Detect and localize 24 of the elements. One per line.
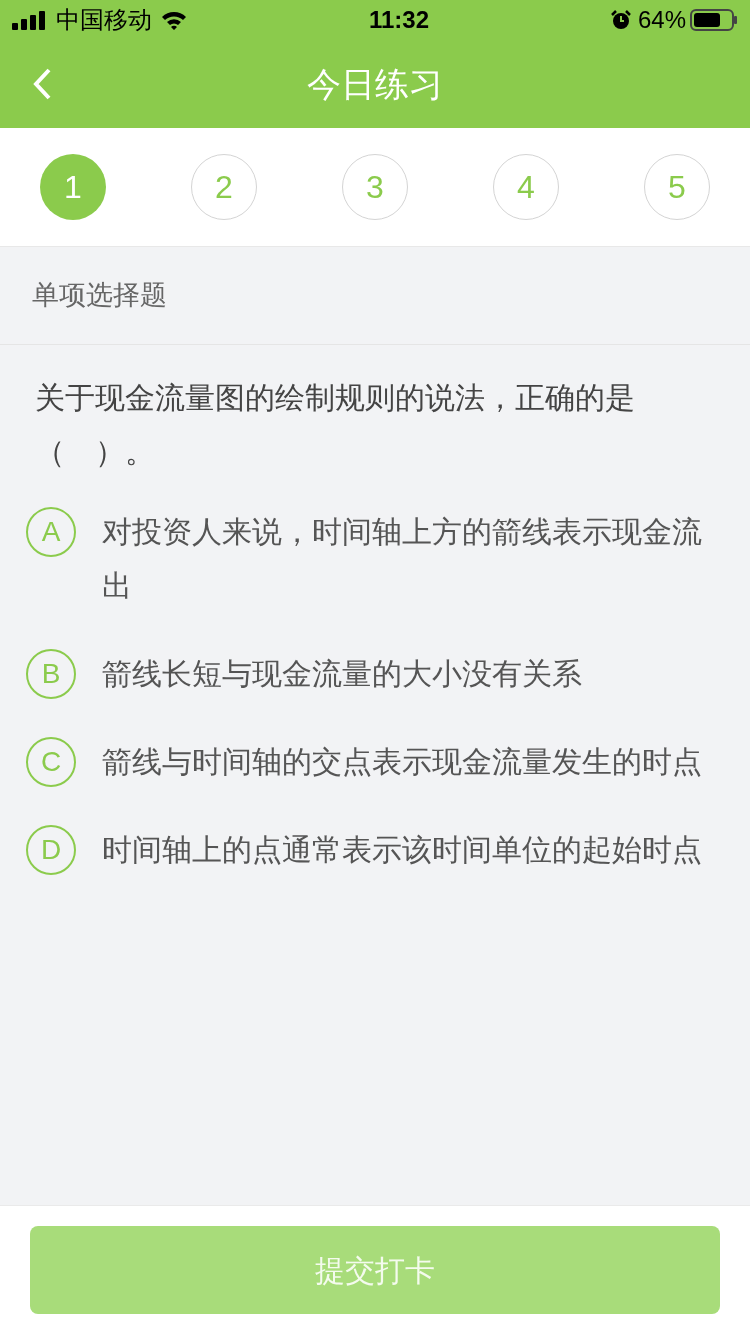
question-number-tab[interactable]: 3 bbox=[342, 154, 408, 220]
back-icon bbox=[32, 67, 52, 101]
wifi-icon bbox=[160, 10, 188, 30]
question-text: 关于现金流量图的绘制规则的说法，正确的是（ ）。 bbox=[35, 380, 636, 470]
option-text[interactable]: 箭线与时间轴的交点表示现金流量发生的时点 bbox=[102, 735, 707, 789]
carrier-name: 中国移动 bbox=[56, 5, 152, 35]
question-number-tab[interactable]: 4 bbox=[493, 154, 559, 220]
question-number-tab[interactable]: 1 bbox=[40, 154, 106, 220]
battery-percent: 64% bbox=[637, 5, 686, 35]
option-text[interactable]: 时间轴上的点通常表示该时间单位的起始时点 bbox=[102, 823, 707, 877]
signal-icon bbox=[12, 10, 48, 30]
clock-time: 11:32 bbox=[368, 5, 429, 35]
option-letter[interactable]: A bbox=[26, 507, 76, 557]
question-number-tab[interactable]: 5 bbox=[644, 154, 710, 220]
section-title: 单项选择题 bbox=[32, 279, 167, 313]
option-letter[interactable]: D bbox=[26, 825, 76, 875]
alarm-icon bbox=[609, 9, 632, 31]
option-text[interactable]: 箭线长短与现金流量的大小没有关系 bbox=[102, 647, 707, 701]
battery-icon bbox=[690, 9, 738, 31]
question-number-tab[interactable]: 2 bbox=[191, 154, 257, 220]
option-letter[interactable]: B bbox=[26, 649, 76, 699]
option-letter[interactable]: C bbox=[26, 737, 76, 787]
page-title: 今日练习 bbox=[307, 63, 443, 105]
option-text[interactable]: 对投资人来说，时间轴上方的箭线表示现金流出 bbox=[102, 505, 707, 613]
